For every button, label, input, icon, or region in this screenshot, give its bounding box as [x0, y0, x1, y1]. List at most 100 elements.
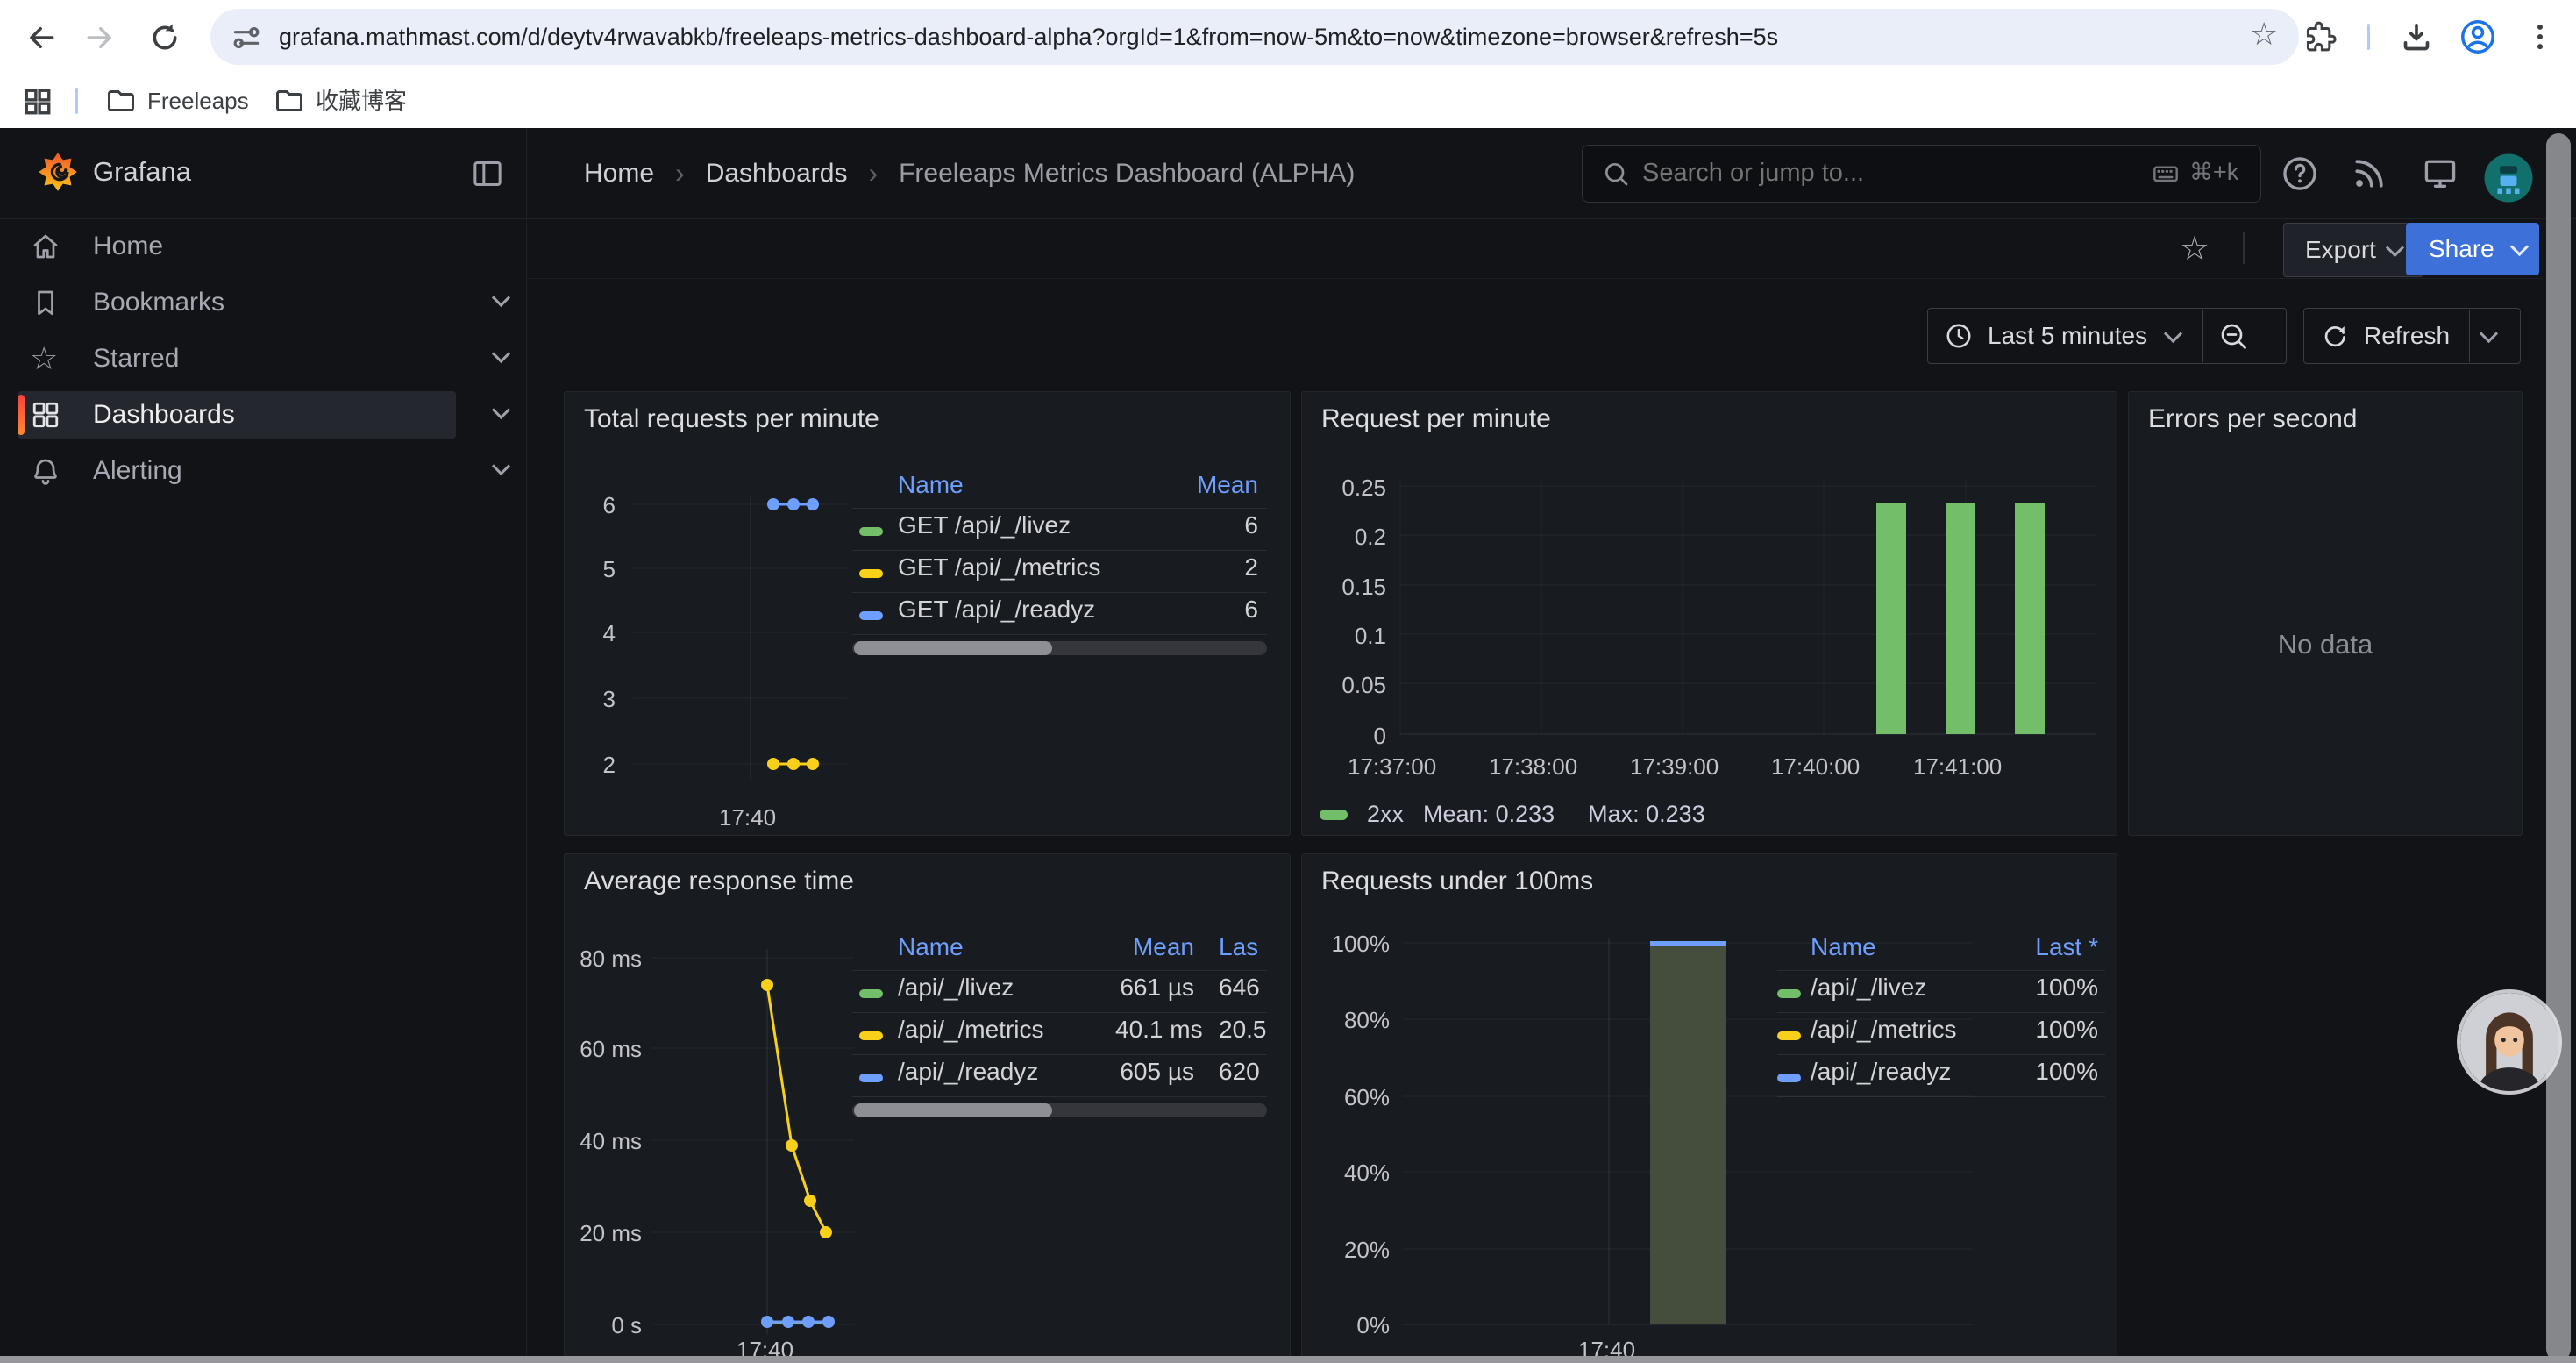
favorite-star-icon[interactable]: ☆: [2180, 229, 2210, 268]
series-chip-yellow[interactable]: [859, 1031, 883, 1040]
refresh-icon[interactable]: [2320, 321, 2350, 351]
site-settings-icon[interactable]: [230, 21, 263, 54]
profile-avatar-icon[interactable]: [2459, 18, 2497, 56]
search-bar[interactable]: ⌘+k: [1582, 145, 2261, 203]
panel-title[interactable]: Requests under 100ms: [1321, 867, 1593, 896]
sidebar-item-home[interactable]: Home: [30, 226, 503, 267]
floating-assistant-avatar[interactable]: [2460, 993, 2558, 1091]
series-chip-green[interactable]: [1320, 810, 1348, 820]
col-header-name[interactable]: Name: [1811, 933, 1876, 961]
legend-max: Max: 0.233: [1588, 801, 1705, 828]
sidebar-item-label: Alerting: [93, 456, 182, 486]
breadcrumb-dashboards[interactable]: Dashboards: [706, 159, 848, 189]
series-chip-green[interactable]: [1777, 989, 1801, 998]
rss-icon[interactable]: [2350, 154, 2388, 193]
grafana-logo[interactable]: [39, 151, 77, 193]
apps-grid-icon[interactable]: [23, 87, 53, 117]
sidebar-item-bookmarks[interactable]: Bookmarks: [30, 282, 503, 323]
panel-title[interactable]: Total requests per minute: [584, 404, 879, 434]
bookmarks-divider: [75, 88, 78, 114]
series-name[interactable]: /api/_/readyz: [1811, 1058, 1951, 1086]
bookmark-folder-freeleaps[interactable]: Freeleaps: [105, 74, 249, 128]
breadcrumb: Home › Dashboards › Freeleaps Metrics Da…: [584, 128, 1355, 218]
search-shortcut: ⌘+k: [2189, 159, 2238, 186]
col-header-name[interactable]: Name: [898, 933, 964, 961]
series-name[interactable]: GET /api/_/metrics: [898, 553, 1100, 582]
zoom-out-icon[interactable]: [2217, 320, 2249, 352]
legend-mean: Mean: 0.233: [1423, 801, 1555, 828]
breadcrumb-home[interactable]: Home: [584, 159, 654, 189]
brand-name[interactable]: Grafana: [93, 156, 191, 188]
col-header-mean[interactable]: Mean: [1115, 933, 1194, 961]
series-name[interactable]: /api/_/livez: [1811, 974, 1926, 1002]
panel-title[interactable]: Errors per second: [2148, 404, 2357, 434]
series-chip-yellow[interactable]: [859, 569, 883, 578]
y-tick: 0.1: [1320, 623, 1386, 650]
toolbar-divider: [2367, 24, 2370, 50]
sidebar-collapse-icon[interactable]: [470, 156, 505, 191]
export-button[interactable]: Export: [2283, 223, 2423, 277]
col-header-last[interactable]: Las: [1219, 933, 1258, 961]
y-tick: 0.05: [1320, 672, 1386, 699]
download-icon[interactable]: [2399, 20, 2434, 55]
display-icon[interactable]: [2421, 154, 2459, 193]
series-chip-green[interactable]: [859, 527, 883, 536]
back-icon[interactable]: [25, 21, 58, 54]
series-chip-blue[interactable]: [859, 1074, 883, 1082]
sidebar-item-dashboards[interactable]: Dashboards: [30, 395, 503, 435]
sidebar-item-label: Bookmarks: [93, 288, 224, 318]
series-name[interactable]: GET /api/_/livez: [898, 511, 1071, 539]
refresh-label[interactable]: Refresh: [2364, 322, 2450, 350]
panel-title[interactable]: Average response time: [584, 867, 854, 896]
series-name[interactable]: /api/_/metrics: [1811, 1016, 1957, 1044]
user-avatar[interactable]: [2482, 152, 2535, 204]
series-last: 620: [1219, 1058, 1260, 1086]
y-tick: 0.2: [1320, 524, 1386, 551]
time-range-label[interactable]: Last 5 minutes: [1988, 322, 2147, 350]
table-scrollbar-thumb[interactable]: [854, 1103, 1052, 1117]
series-chip-green[interactable]: [859, 989, 883, 998]
series-name[interactable]: /api/_/livez: [898, 974, 1014, 1002]
table-scrollbar-thumb[interactable]: [854, 641, 1052, 655]
browser-toolbar: grafana.mathmast.com/d/deytv4rwavabkb/fr…: [0, 0, 2576, 74]
reload-icon[interactable]: [147, 20, 182, 55]
menu-kebab-icon[interactable]: [2523, 20, 2557, 54]
col-header-mean[interactable]: Mean: [1197, 471, 1258, 499]
help-icon[interactable]: [2281, 154, 2319, 193]
share-label: Share: [2429, 235, 2494, 263]
forward-icon[interactable]: [83, 21, 117, 54]
legend-series[interactable]: 2xx: [1367, 801, 1404, 828]
url-text[interactable]: grafana.mathmast.com/d/deytv4rwavabkb/fr…: [279, 0, 1778, 74]
series-name[interactable]: /api/_/metrics: [898, 1016, 1044, 1044]
line-chart: [648, 942, 858, 1345]
chevron-down-icon[interactable]: [2480, 324, 2498, 342]
horizontal-scrollbar[interactable]: [0, 1356, 2576, 1363]
panel-requests-under-100ms: Requests under 100ms 100% 80% 60% 40% 20…: [1301, 853, 2117, 1363]
legend-table: Name Mean GET /api/_/livez 6 GET /api/_/…: [852, 469, 1267, 662]
series-last: 100%: [2035, 1016, 2098, 1044]
dashboards-grid-icon: [30, 399, 61, 431]
share-dropdown-button[interactable]: [2499, 223, 2539, 275]
page-scrollbar-thumb[interactable]: [2546, 133, 2571, 1361]
bookmark-star-icon[interactable]: ☆: [2250, 16, 2278, 53]
x-tick: 17:39:00: [1630, 753, 1719, 781]
chevron-down-icon[interactable]: [2164, 324, 2182, 342]
dashboard-toolbar: ☆ Export Share: [526, 218, 2543, 279]
sidebar-item-alerting[interactable]: Alerting: [30, 451, 503, 491]
extensions-icon[interactable]: [2304, 20, 2338, 54]
series-chip-blue[interactable]: [859, 611, 883, 620]
series-chip-blue[interactable]: [1777, 1074, 1801, 1082]
col-header-name[interactable]: Name: [898, 471, 964, 499]
series-name[interactable]: /api/_/readyz: [898, 1058, 1038, 1086]
refresh-group: Refresh: [2303, 308, 2521, 364]
bookmark-folder-blogs[interactable]: 收藏博客: [274, 74, 407, 128]
series-chip-yellow[interactable]: [1777, 1031, 1801, 1040]
series-mean: 40.1 ms: [1115, 1016, 1194, 1044]
panel-title[interactable]: Request per minute: [1321, 404, 1551, 434]
y-tick: 5: [572, 556, 616, 583]
sidebar-item-starred[interactable]: ☆ Starred: [30, 339, 503, 379]
series-name[interactable]: GET /api/_/readyz: [898, 596, 1095, 624]
sidebar: Grafana Home Bookmarks: [0, 128, 527, 1363]
col-header-last[interactable]: Last *: [2035, 933, 2098, 961]
search-input[interactable]: [1640, 158, 2012, 189]
